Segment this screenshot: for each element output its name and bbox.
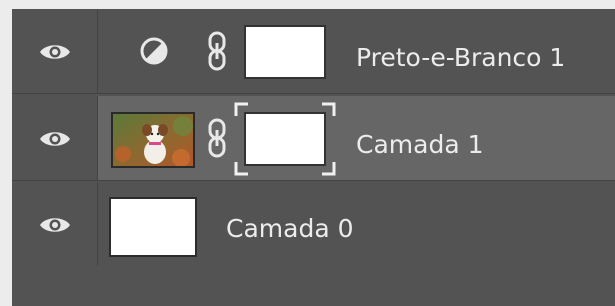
puppy-photo-thumbnail[interactable] (111, 112, 195, 168)
panel-empty-area (12, 266, 615, 306)
half-circle-adjustment-icon (140, 37, 168, 65)
layer-mask-thumbnail[interactable] (244, 25, 326, 79)
layer-name[interactable]: Camada 0 (226, 214, 354, 244)
layer-name[interactable]: Preto-e-Branco 1 (356, 43, 565, 73)
layer-name[interactable]: Camada 1 (356, 130, 484, 160)
layer-mask-thumbnail[interactable] (244, 112, 326, 166)
layer-row-camada-1[interactable]: Camada 1 (12, 96, 615, 181)
visibility-column (12, 96, 98, 180)
visibility-column (12, 9, 98, 93)
layers-panel: Preto-e-Branco 1 Camada 1 Camada 0 (12, 9, 615, 306)
layer-row-camada-0[interactable]: Camada 0 (12, 182, 615, 267)
eye-icon[interactable] (38, 215, 72, 235)
chain-link-icon[interactable] (204, 31, 230, 71)
layer-row-preto-e-branco-1[interactable]: Preto-e-Branco 1 (12, 9, 615, 94)
visibility-column (12, 182, 98, 266)
white-thumbnail[interactable] (109, 197, 197, 257)
eye-icon[interactable] (38, 129, 72, 149)
eye-icon[interactable] (38, 42, 72, 62)
chain-link-icon[interactable] (204, 118, 230, 158)
